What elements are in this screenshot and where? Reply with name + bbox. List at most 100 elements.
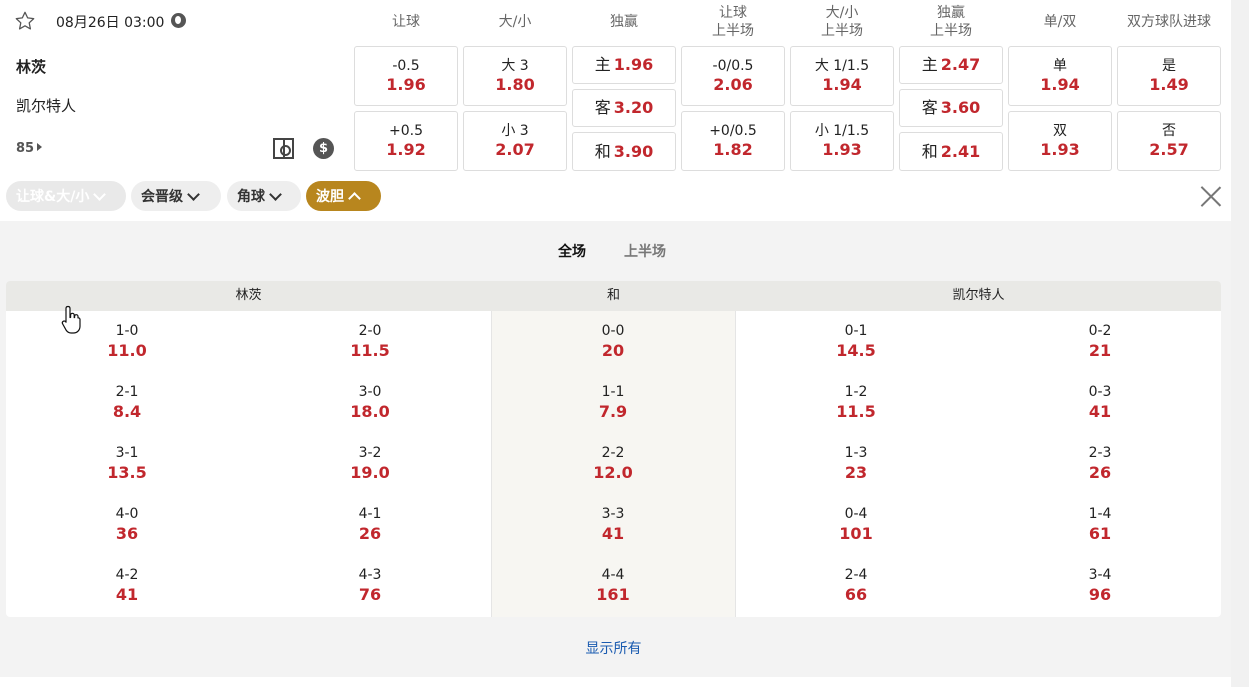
odds-button-under[interactable]: 小 3 2.07 [463, 111, 567, 171]
chip-label: 会晋级 [141, 189, 183, 205]
tab-first-half[interactable]: 上半场 [624, 241, 666, 261]
odds-button-btts-yes[interactable]: 是 1.49 [1117, 46, 1221, 106]
odds-button-moneyline-draw[interactable]: 和 3.90 [572, 132, 676, 171]
odds-button-odd[interactable]: 单 1.94 [1008, 46, 1112, 106]
chip-corners[interactable]: 角球 [227, 181, 301, 211]
odds-value: 1.96 [613, 55, 654, 74]
score-label: 2-4 [844, 567, 868, 583]
odds-value: 1.93 [1040, 140, 1080, 159]
chip-handicap-ou[interactable]: 让球&大/小 [6, 181, 126, 211]
pitch-icon[interactable] [273, 138, 294, 159]
score-option[interactable]: 0-2 21 [1040, 321, 1160, 361]
score-option[interactable]: 1-3 23 [796, 443, 916, 483]
odds-label: 大 3 [501, 58, 529, 74]
odds-button-over[interactable]: 大 3 1.80 [463, 46, 567, 106]
score-odds: 41 [115, 585, 139, 604]
grid-header-away: 凯尔特人 [952, 288, 1005, 303]
score-option[interactable]: 3-4 96 [1040, 565, 1160, 605]
odds-button-over-1h[interactable]: 大 1/1.5 1.94 [790, 46, 894, 106]
dollar-icon[interactable]: $ [313, 138, 334, 159]
show-all-link[interactable]: 显示所有 [0, 638, 1227, 658]
odds-value: 1.96 [386, 75, 426, 94]
match-minute[interactable]: 85 [16, 141, 43, 156]
chip-correct-score[interactable]: 波胆 [306, 181, 381, 211]
odds-button-under-1h[interactable]: 小 1/1.5 1.93 [790, 111, 894, 171]
odds-label: 小 3 [501, 123, 529, 139]
odds-label: 单 [1053, 58, 1067, 74]
score-option[interactable]: 1-0 11.0 [67, 321, 187, 361]
odds-button-moneyline-home[interactable]: 主 1.96 [572, 46, 676, 84]
odds-value: 3.20 [613, 98, 654, 117]
home-team-name: 林茨 [16, 58, 47, 76]
chip-to-qualify[interactable]: 会晋级 [131, 181, 221, 211]
chip-label: 角球 [237, 189, 265, 205]
odds-button-btts-no[interactable]: 否 2.57 [1117, 111, 1221, 171]
odds-value: 2.07 [495, 140, 535, 159]
odds-button-moneyline-1h-away[interactable]: 客 3.60 [899, 89, 1003, 127]
score-label: 1-3 [844, 445, 868, 461]
score-odds: 161 [596, 585, 630, 604]
score-label: 3-0 [358, 384, 382, 400]
odds-label: +0.5 [389, 123, 423, 139]
score-odds: 96 [1088, 585, 1112, 604]
score-option[interactable]: 0-1 14.5 [796, 321, 916, 361]
caret-right-icon [37, 143, 43, 151]
close-icon[interactable] [1199, 184, 1223, 208]
score-option[interactable]: 2-0 11.5 [310, 321, 430, 361]
score-label: 4-2 [115, 567, 139, 583]
score-option[interactable]: 2-4 66 [796, 565, 916, 605]
score-label: 3-2 [358, 445, 382, 461]
odds-label: 小 1/1.5 [814, 123, 870, 139]
odds-button-handicap-home[interactable]: -0.5 1.96 [354, 46, 458, 106]
favorite-star-icon[interactable] [14, 10, 36, 32]
odds-label: 客 [594, 98, 611, 117]
odds-button-moneyline-1h-home[interactable]: 主 2.47 [899, 46, 1003, 84]
column-header-moneyline-1h: 独赢 上半场 [930, 5, 972, 39]
score-odds: 36 [115, 524, 139, 543]
odds-button-handicap-1h-away[interactable]: +0/0.5 1.82 [681, 111, 785, 171]
score-label: 4-4 [601, 567, 625, 583]
score-option[interactable]: 0-0 20 [553, 321, 673, 361]
score-odds: 11.5 [350, 341, 390, 360]
odds-value: 1.94 [1040, 75, 1080, 94]
score-odds: 11.0 [107, 341, 147, 360]
odds-button-handicap-1h-home[interactable]: -0/0.5 2.06 [681, 46, 785, 106]
scrollbar-track[interactable] [1231, 0, 1249, 687]
score-option[interactable]: 3-0 18.0 [310, 382, 430, 422]
odds-button-handicap-away[interactable]: +0.5 1.92 [354, 111, 458, 171]
score-option[interactable]: 0-3 41 [1040, 382, 1160, 422]
score-option[interactable]: 3-2 19.0 [310, 443, 430, 483]
odds-label: -0/0.5 [712, 58, 754, 74]
tab-full-time[interactable]: 全场 [558, 241, 586, 261]
score-option[interactable]: 3-3 41 [553, 504, 673, 544]
odds-value: 1.49 [1149, 75, 1189, 94]
score-option[interactable]: 1-2 11.5 [796, 382, 916, 422]
score-label: 2-2 [601, 445, 625, 461]
odds-button-moneyline-away[interactable]: 客 3.20 [572, 89, 676, 127]
score-odds: 61 [1088, 524, 1112, 543]
odds-label: 否 [1162, 123, 1176, 139]
column-header-odd-even: 单/双 [1043, 14, 1077, 30]
column-header-over-under-1h: 大/小 上半场 [821, 5, 863, 39]
score-option[interactable]: 2-1 8.4 [67, 382, 187, 422]
score-option[interactable]: 0-4 101 [796, 504, 916, 544]
score-option[interactable]: 4-2 41 [67, 565, 187, 605]
score-option[interactable]: 1-1 7.9 [553, 382, 673, 422]
score-option[interactable]: 2-2 12.0 [553, 443, 673, 483]
odds-value: 3.60 [940, 98, 981, 117]
score-odds: 101 [839, 524, 873, 543]
score-option[interactable]: 4-0 36 [67, 504, 187, 544]
score-label: 3-3 [601, 506, 625, 522]
score-option[interactable]: 3-1 13.5 [67, 443, 187, 483]
score-option[interactable]: 1-4 61 [1040, 504, 1160, 544]
odds-value: 2.41 [940, 141, 981, 161]
odds-label: 和 [921, 141, 938, 161]
score-option[interactable]: 4-1 26 [310, 504, 430, 544]
odds-value: 1.92 [386, 140, 426, 159]
score-option[interactable]: 2-3 26 [1040, 443, 1160, 483]
odds-button-moneyline-1h-draw[interactable]: 和 2.41 [899, 132, 1003, 171]
odds-value: 1.94 [822, 75, 862, 94]
score-option[interactable]: 4-4 161 [553, 565, 673, 605]
score-option[interactable]: 4-3 76 [310, 565, 430, 605]
odds-button-even[interactable]: 双 1.93 [1008, 111, 1112, 171]
